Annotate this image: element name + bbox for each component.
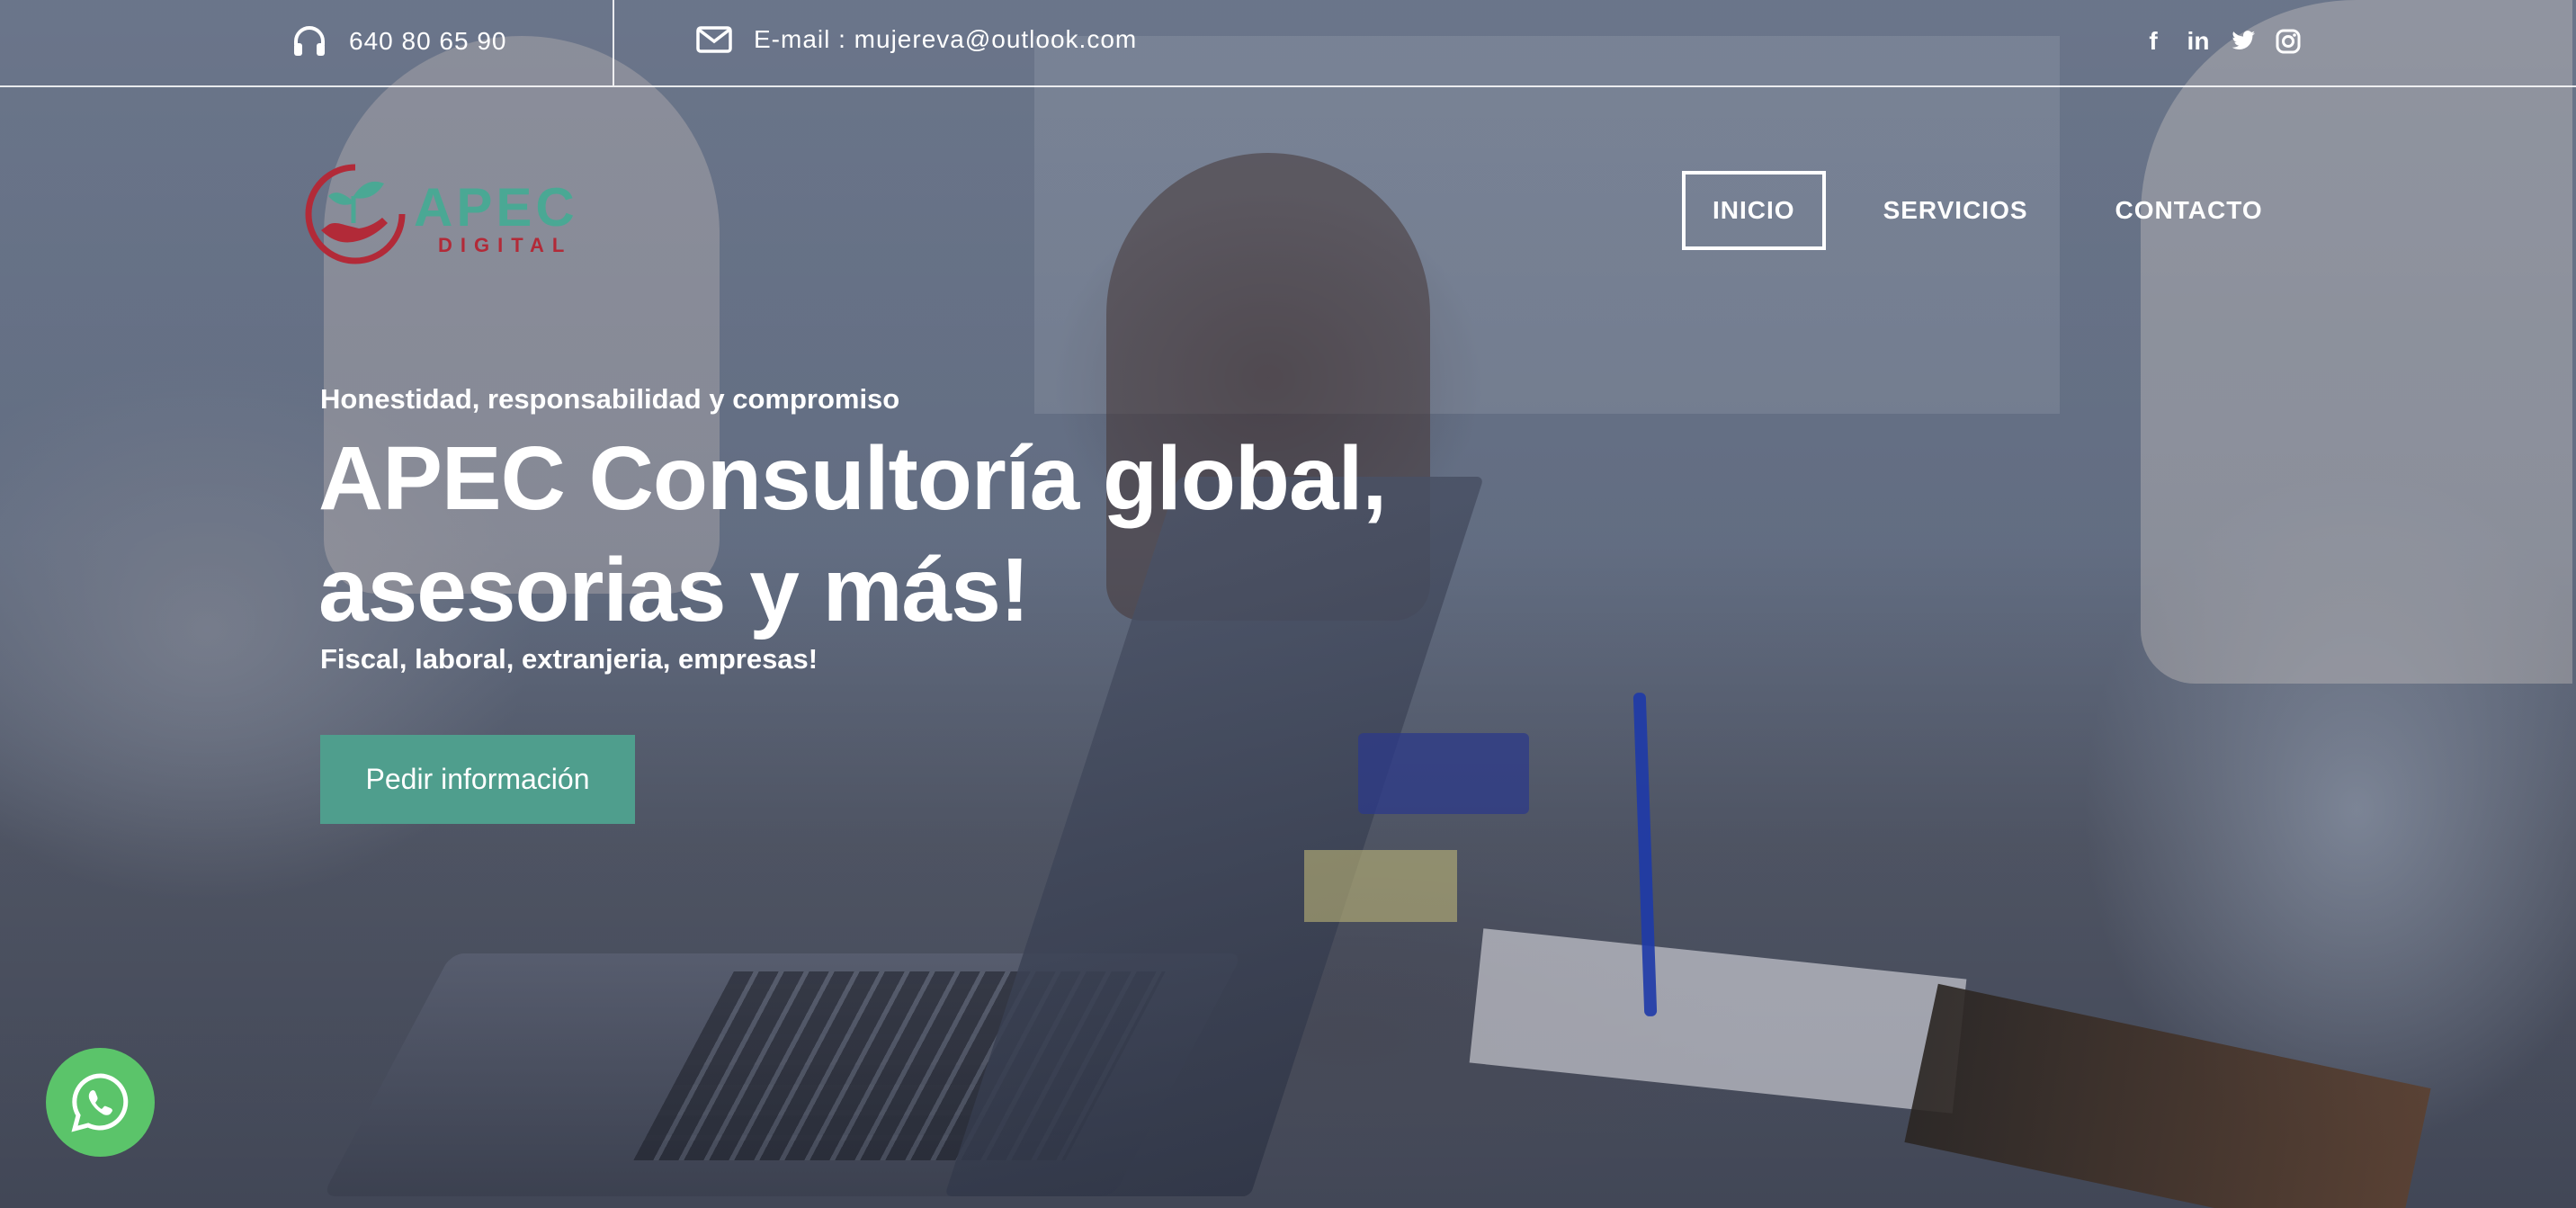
scene-paper bbox=[1469, 928, 1967, 1114]
facebook-icon[interactable]: f bbox=[2141, 27, 2166, 56]
logo-emblem-icon bbox=[305, 164, 406, 264]
nav-inicio[interactable]: INICIO bbox=[1682, 171, 1826, 250]
headphones-icon bbox=[294, 26, 325, 56]
main-nav: INICIO SERVICIOS CONTACTO bbox=[1682, 171, 2291, 250]
brand-logo[interactable]: APEC DIGITAL bbox=[301, 160, 598, 268]
email-address: E-mail : mujereva@outlook.com bbox=[754, 25, 1138, 53]
hero-title-line-2: asesorias y más! bbox=[318, 540, 1030, 640]
phone-contact[interactable]: 640 80 65 90 bbox=[291, 25, 507, 58]
scene-stapler bbox=[1358, 733, 1529, 814]
scene-person-right bbox=[2141, 0, 2572, 684]
nav-servicios[interactable]: SERVICIOS bbox=[1856, 171, 2056, 250]
linkedin-icon[interactable]: in bbox=[2186, 27, 2211, 56]
top-bar-divider bbox=[613, 0, 614, 85]
request-info-button[interactable]: Pedir información bbox=[320, 735, 635, 824]
email-contact[interactable]: E-mail : mujereva@outlook.com bbox=[696, 25, 1137, 54]
logo-subtext: DIGITAL bbox=[438, 234, 573, 256]
whatsapp-icon bbox=[70, 1072, 128, 1132]
hero-title-line-1: APEC Consultoría global, bbox=[318, 428, 1387, 529]
mail-icon bbox=[696, 26, 732, 53]
top-bar: 640 80 65 90 E-mail : mujereva@outlook.c… bbox=[0, 0, 2576, 87]
hero-subtitle: Fiscal, laboral, extranjeria, empresas! bbox=[320, 643, 818, 675]
scene-book bbox=[1904, 983, 2431, 1208]
phone-number: 640 80 65 90 bbox=[349, 27, 507, 55]
nav-contacto[interactable]: CONTACTO bbox=[2088, 171, 2291, 250]
logo-text: APEC bbox=[414, 177, 578, 237]
hero-kicker: Honestidad, responsabilidad y compromiso bbox=[320, 383, 900, 415]
instagram-icon[interactable] bbox=[2276, 27, 2301, 56]
hero-title: APEC Consultoría global, asesorias y más… bbox=[318, 423, 1578, 646]
whatsapp-button[interactable] bbox=[46, 1048, 155, 1157]
twitter-icon[interactable] bbox=[2231, 27, 2256, 56]
social-links: f in bbox=[2141, 27, 2301, 56]
scene-notes bbox=[1304, 850, 1457, 922]
